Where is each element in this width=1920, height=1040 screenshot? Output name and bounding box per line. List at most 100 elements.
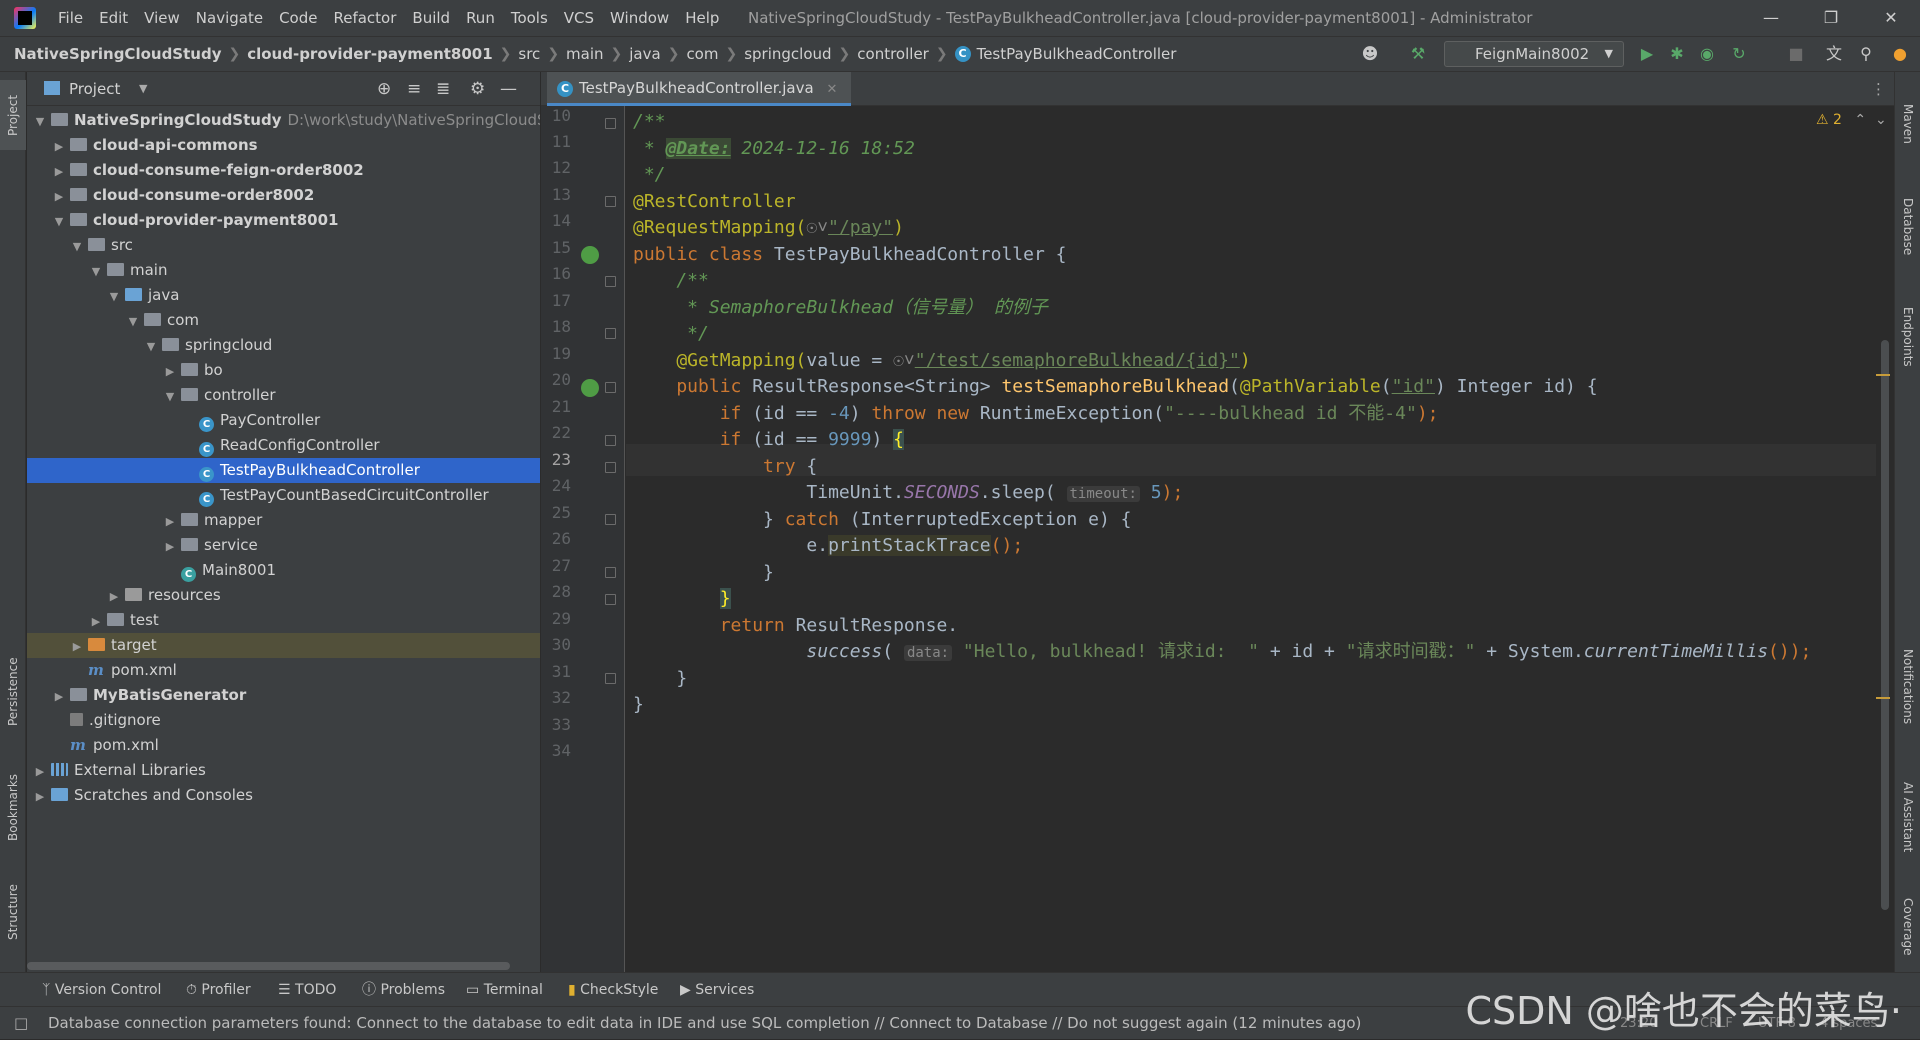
spring-bean-icon[interactable] [581, 246, 599, 264]
chevron-right-icon[interactable]: ▶ [52, 134, 66, 159]
tree-item[interactable]: ▶ test [27, 608, 540, 633]
close-icon[interactable]: ✕ [1868, 0, 1914, 36]
tree-item[interactable]: ▶ bo [27, 358, 540, 383]
tree-item[interactable]: ▶ cloud-consume-feign-order8002 [27, 158, 540, 183]
chevron-down-icon[interactable]: ▼ [126, 309, 140, 334]
search-icon[interactable]: ⚲ [1856, 44, 1876, 64]
tab-services[interactable]: ▶ Services [680, 973, 754, 1007]
tree-item[interactable]: C ReadConfigController [27, 433, 540, 458]
stripe-database[interactable]: Database [1895, 177, 1920, 277]
tree-item[interactable]: ▶ Scratches and Consoles [27, 783, 540, 808]
project-panel-title[interactable]: Project [69, 72, 120, 106]
fold-icon[interactable] [605, 567, 616, 578]
locate-icon[interactable]: ⊕ [377, 72, 391, 106]
chevron-down-icon[interactable]: ▼ [70, 234, 84, 259]
stripe-project[interactable]: Project [0, 80, 26, 150]
update-icon[interactable]: ● [1890, 44, 1910, 64]
menu-vcs[interactable]: VCS [556, 0, 602, 36]
project-horizontal-scrollbar[interactable] [27, 962, 510, 970]
tree-item[interactable]: C Main8001 [27, 558, 540, 583]
tree-item[interactable]: ▶ MyBatisGenerator [27, 683, 540, 708]
chevron-down-icon[interactable]: ▼ [163, 384, 177, 409]
tab-testpaybulkheadcontroller[interactable]: C TestPayBulkheadController.java ✕ [547, 72, 852, 106]
breadcrumb-springcloud[interactable]: springcloud [744, 45, 831, 63]
tree-item[interactable]: m pom.xml [27, 658, 540, 683]
tab-checkstyle[interactable]: ▮ CheckStyle [568, 973, 658, 1007]
stripe-endpoints[interactable]: Endpoints [1895, 287, 1920, 387]
breadcrumb-class[interactable]: TestPayBulkheadController [977, 45, 1177, 63]
tree-item[interactable]: ▼ main [27, 258, 540, 283]
tree-item[interactable]: ▶ mapper [27, 508, 540, 533]
tree-item[interactable]: ▼ springcloud [27, 333, 540, 358]
menu-run[interactable]: Run [458, 0, 503, 36]
spring-endpoint-icon[interactable] [581, 379, 599, 397]
tree-item[interactable]: m pom.xml [27, 733, 540, 758]
chevron-down-icon[interactable]: ▼ [89, 259, 103, 284]
tree-item[interactable]: ▼ cloud-provider-payment8001 [27, 208, 540, 233]
status-message[interactable]: Database connection parameters found: Co… [48, 1007, 1361, 1040]
tab-version-control[interactable]: ᛉ Version Control [42, 973, 161, 1007]
chevron-right-icon[interactable]: ▶ [163, 359, 177, 384]
chevron-down-icon[interactable]: ▼ [139, 72, 147, 106]
expand-all-icon[interactable]: ≡ [407, 72, 421, 106]
tree-item[interactable]: ▼ com [27, 308, 540, 333]
chevron-right-icon[interactable]: ▶ [52, 184, 66, 209]
tree-item[interactable]: .gitignore [27, 708, 540, 733]
chevron-right-icon[interactable]: ▶ [52, 159, 66, 184]
chevron-right-icon[interactable]: ▶ [33, 784, 47, 809]
menu-refactor[interactable]: Refactor [325, 0, 404, 36]
restore-icon[interactable]: ❐ [1808, 0, 1854, 36]
tree-item[interactable]: ▼ NativeSpringCloudStudy D:\work\study\Nat… [27, 108, 540, 133]
profile-icon[interactable]: ↻ [1729, 44, 1749, 64]
user-icon[interactable]: ☻ [1360, 44, 1380, 64]
breadcrumb-com[interactable]: com [686, 45, 718, 63]
tree-item[interactable]: ▼ controller [27, 383, 540, 408]
fold-icon[interactable] [605, 673, 616, 684]
chevron-right-icon[interactable]: ▶ [70, 634, 84, 659]
chevron-down-icon[interactable]: ▼ [52, 209, 66, 234]
stripe-bookmarks[interactable]: Bookmarks [0, 762, 26, 852]
menu-code[interactable]: Code [271, 0, 325, 36]
breadcrumb-src[interactable]: src [518, 45, 540, 63]
fold-icon[interactable] [605, 514, 616, 525]
chevron-right-icon[interactable]: ▶ [107, 584, 121, 609]
stripe-persistence[interactable]: Persistence [0, 642, 26, 742]
breadcrumb-project[interactable]: NativeSpringCloudStudy [14, 45, 221, 63]
tree-item[interactable]: ▶ target [27, 633, 540, 658]
menu-help[interactable]: Help [677, 0, 727, 36]
more-options-icon[interactable]: ⋮ [1871, 72, 1886, 106]
code-editor[interactable]: ⚠ 2 ⌃ ⌄ /** * @Date: 2024-12-16 18:52 */… [626, 106, 1894, 972]
tree-item[interactable]: ▼ java [27, 283, 540, 308]
debug-icon[interactable]: ✱ [1667, 44, 1687, 64]
tab-todo[interactable]: ☰ TODO [278, 973, 336, 1007]
build-hammer-icon[interactable]: ⚒ [1408, 44, 1428, 64]
fold-icon[interactable] [605, 276, 616, 287]
stripe-coverage[interactable]: Coverage [1895, 887, 1920, 967]
status-toggle-icon[interactable]: □ [14, 1007, 28, 1040]
minimize-icon[interactable]: — [1748, 0, 1794, 36]
stripe-maven[interactable]: Maven [1895, 84, 1920, 164]
chevron-down-icon[interactable]: ▼ [144, 334, 158, 359]
editor-vertical-scrollbar[interactable] [1881, 340, 1889, 910]
run-icon[interactable]: ▶ [1637, 44, 1657, 64]
tree-item[interactable]: C TestPayCountBasedCircuitController [27, 483, 540, 508]
breadcrumb-main[interactable]: main [566, 45, 603, 63]
tree-item[interactable]: ▶ cloud-consume-order8002 [27, 183, 540, 208]
chevron-right-icon[interactable]: ▶ [163, 534, 177, 559]
breadcrumb-java[interactable]: java [629, 45, 660, 63]
menu-build[interactable]: Build [404, 0, 458, 36]
tree-item-selected[interactable]: C TestPayBulkheadController [27, 458, 540, 483]
fold-icon[interactable] [605, 462, 616, 473]
tab-terminal[interactable]: ▭ Terminal [466, 973, 543, 1007]
menu-edit[interactable]: Edit [91, 0, 136, 36]
tree-item[interactable]: ▼ src [27, 233, 540, 258]
fold-icon[interactable] [605, 594, 616, 605]
tree-item[interactable]: ▶ External Libraries [27, 758, 540, 783]
chevron-down-icon[interactable]: ▼ [33, 109, 47, 134]
stripe-structure[interactable]: Structure [0, 872, 26, 952]
tree-item[interactable]: C PayController [27, 408, 540, 433]
breadcrumb-controller[interactable]: controller [857, 45, 929, 63]
stripe-ai-assistant[interactable]: AI Assistant [1895, 762, 1920, 872]
fold-icon[interactable] [605, 382, 616, 393]
stripe-notifications[interactable]: Notifications [1895, 632, 1920, 742]
